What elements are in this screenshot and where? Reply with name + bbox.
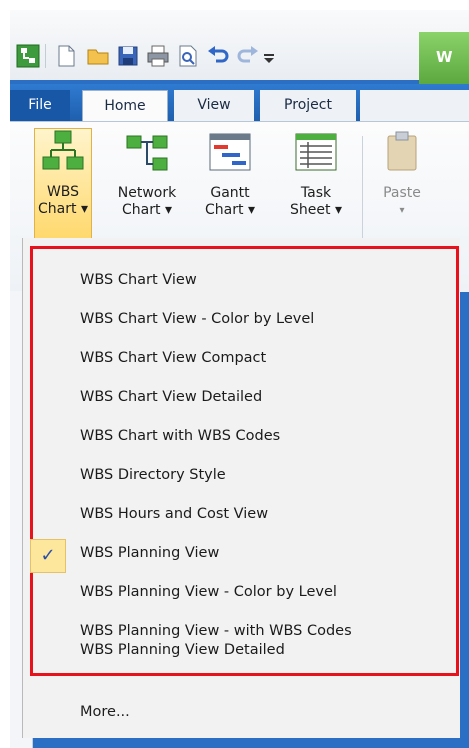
menu-item-wbs-planning-view-detailed[interactable]: WBS Planning View Detailed — [80, 636, 285, 664]
network-chart-label-1: Network — [117, 185, 177, 201]
network-chart-label-2: Chart ▾ — [122, 202, 172, 218]
menu-item-wbs-chart-view-detailed[interactable]: WBS Chart View Detailed — [80, 383, 262, 411]
tab-project[interactable]: Project — [260, 90, 356, 121]
quick-access-toolbar: W — [10, 10, 469, 84]
network-chart-button[interactable]: Network Chart ▾ — [110, 130, 184, 219]
open-folder-icon[interactable] — [86, 44, 110, 68]
menu-item-wbs-chart-view-compact[interactable]: WBS Chart View Compact — [80, 344, 266, 372]
ribbon-tabs: File Home View Project — [10, 84, 469, 122]
menu-item-wbs-directory-style[interactable]: WBS Directory Style — [80, 461, 226, 489]
menu-item-wbs-chart-with-wbs-codes[interactable]: WBS Chart with WBS Codes — [80, 422, 280, 450]
menu-item-wbs-planning-view-color-by-level[interactable]: WBS Planning View - Color by Level — [80, 578, 337, 606]
new-document-icon[interactable] — [54, 44, 78, 68]
menu-item-wbs-chart-view-color-by-level[interactable]: WBS Chart View - Color by Level — [80, 305, 314, 333]
task-sheet-button[interactable]: Task Sheet ▾ — [278, 130, 354, 219]
redo-icon[interactable] — [236, 44, 260, 68]
wbs-chart-button[interactable]: WBS Chart ▾ — [34, 128, 92, 242]
tab-overflow — [360, 90, 469, 121]
print-preview-icon[interactable] — [176, 44, 200, 68]
gantt-chart-icon — [209, 133, 251, 171]
paste-icon — [387, 131, 417, 171]
wbs-chart-label-1: WBS — [46, 184, 80, 200]
tab-home[interactable]: Home — [82, 90, 168, 122]
task-sheet-label-2: Sheet ▾ — [290, 202, 342, 218]
gantt-chart-button[interactable]: Gantt Chart ▾ — [190, 130, 270, 219]
menu-item-wbs-chart-view[interactable]: WBS Chart View — [80, 266, 197, 294]
paste-button[interactable]: Paste ▾ — [372, 130, 432, 219]
task-sheet-icon — [295, 133, 337, 171]
wbs-chart-icon — [42, 130, 84, 170]
gantt-chart-label-1: Gantt — [210, 185, 250, 201]
customize-toolbar-icon[interactable] — [262, 44, 276, 68]
save-icon[interactable] — [116, 44, 140, 68]
window-title: W — [436, 48, 453, 66]
task-sheet-label-1: Task — [300, 185, 332, 201]
paste-label: Paste — [383, 185, 421, 201]
gantt-chart-label-2: Chart ▾ — [205, 202, 255, 218]
menu-item-wbs-planning-view[interactable]: WBS Planning View — [80, 539, 219, 567]
print-icon[interactable] — [146, 44, 170, 68]
paste-dropdown-arrow: ▾ — [399, 205, 405, 216]
network-chart-icon — [126, 135, 168, 171]
app-logo-icon[interactable] — [16, 44, 40, 68]
menu-item-more[interactable]: More... — [80, 704, 130, 720]
menu-item-wbs-hours-and-cost-view[interactable]: WBS Hours and Cost View — [80, 500, 268, 528]
ribbon-separator — [362, 136, 363, 246]
undo-icon[interactable] — [206, 44, 230, 68]
window-title-tab: W — [419, 32, 469, 84]
tab-view[interactable]: View — [174, 90, 254, 121]
wbs-chart-label-2: Chart ▾ — [38, 201, 88, 217]
checkmark-icon: ✓ — [30, 539, 66, 573]
tab-file[interactable]: File — [10, 90, 70, 121]
